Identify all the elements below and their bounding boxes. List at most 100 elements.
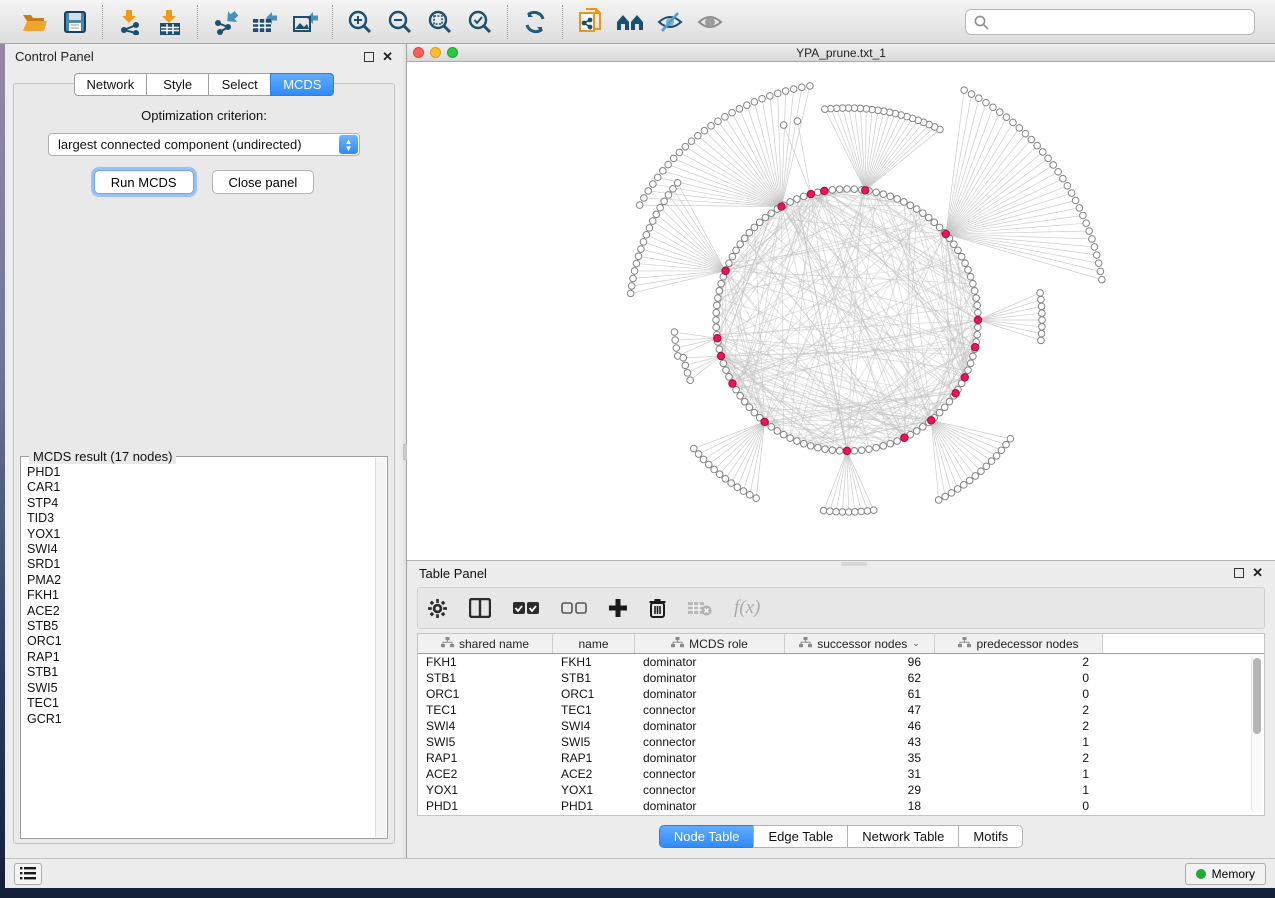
graph-node[interactable] xyxy=(774,90,781,97)
table-row[interactable]: ACE2ACE2connector311 xyxy=(418,766,1264,782)
graph-node[interactable] xyxy=(643,232,650,239)
graph-node[interactable] xyxy=(970,353,977,360)
table-settings-icon[interactable] xyxy=(428,599,447,618)
graph-node[interactable] xyxy=(787,199,794,206)
graph-node[interactable] xyxy=(649,218,656,225)
graph-node[interactable] xyxy=(822,446,829,453)
graph-node[interactable] xyxy=(1060,175,1067,182)
graph-node[interactable] xyxy=(1039,324,1046,331)
graph-node[interactable] xyxy=(746,229,753,236)
graph-node[interactable] xyxy=(1086,228,1093,235)
graph-node[interactable] xyxy=(1007,435,1014,442)
graph-mcds-node[interactable] xyxy=(974,316,981,323)
column-header-predecessor-nodes[interactable]: predecessor nodes xyxy=(935,634,1103,653)
graph-node[interactable] xyxy=(970,280,977,287)
graph-node[interactable] xyxy=(1038,303,1045,310)
task-history-icon[interactable] xyxy=(14,863,42,885)
add-column-icon[interactable] xyxy=(609,599,627,617)
graph-node[interactable] xyxy=(633,260,640,267)
refresh-layout-icon[interactable] xyxy=(515,3,555,41)
graph-node[interactable] xyxy=(734,484,741,491)
graph-node[interactable] xyxy=(653,211,660,218)
graph-node[interactable] xyxy=(672,337,679,344)
graph-mcds-node[interactable] xyxy=(778,203,785,210)
search-input[interactable] xyxy=(965,9,1255,35)
graph-node[interactable] xyxy=(687,377,694,384)
graph-node[interactable] xyxy=(701,127,708,134)
graph-node[interactable] xyxy=(722,475,729,482)
tab-node-table[interactable]: Node Table xyxy=(659,825,754,848)
graph-node[interactable] xyxy=(723,367,730,374)
graph-node[interactable] xyxy=(954,486,961,493)
graph-node[interactable] xyxy=(988,458,995,465)
graph-node[interactable] xyxy=(913,428,920,435)
optimization-criterion-select[interactable]: largest connected component (undirected)… xyxy=(48,133,360,156)
graph-node[interactable] xyxy=(958,253,965,260)
deselect-all-rows-icon[interactable] xyxy=(561,601,587,615)
graph-node[interactable] xyxy=(720,360,727,367)
graph-node[interactable] xyxy=(798,84,805,91)
table-row[interactable]: YOX1YOX1connector291 xyxy=(418,782,1264,798)
graph-node[interactable] xyxy=(671,329,678,336)
graph-node[interactable] xyxy=(836,186,843,193)
graph-node[interactable] xyxy=(767,93,774,100)
graph-node[interactable] xyxy=(737,393,744,400)
graph-node[interactable] xyxy=(966,477,973,484)
graph-node[interactable] xyxy=(708,123,715,130)
graph-node[interactable] xyxy=(807,443,814,450)
table-scrollbar-thumb[interactable] xyxy=(1253,658,1261,734)
graph-node[interactable] xyxy=(688,138,695,145)
graph-node[interactable] xyxy=(715,118,722,125)
graph-node[interactable] xyxy=(1091,244,1098,251)
import-table-from-file-icon[interactable] xyxy=(150,3,190,41)
graph-node[interactable] xyxy=(870,507,877,514)
graph-node[interactable] xyxy=(1068,190,1075,197)
delete-column-icon[interactable] xyxy=(649,598,666,618)
graph-node[interactable] xyxy=(907,202,914,209)
run-mcds-button[interactable]: Run MCDS xyxy=(94,170,194,194)
graph-node[interactable] xyxy=(955,247,962,254)
graph-node[interactable] xyxy=(751,99,758,106)
mcds-result-list[interactable]: PHD1CAR1STP4TID3YOX1SWI4SRD1PMA2FKH1ACE2… xyxy=(27,465,375,836)
graph-node[interactable] xyxy=(715,295,722,302)
column-header-shared-name[interactable]: shared name xyxy=(418,634,553,653)
graph-node[interactable] xyxy=(733,247,740,254)
graph-node[interactable] xyxy=(718,280,725,287)
graph-node[interactable] xyxy=(665,161,672,168)
network-graph-canvas[interactable] xyxy=(407,62,1275,560)
graph-node[interactable] xyxy=(873,444,880,451)
close-panel-button[interactable]: Close panel xyxy=(212,170,315,194)
graph-node[interactable] xyxy=(839,509,846,516)
graph-node[interactable] xyxy=(894,438,901,445)
first-neighbors-icon[interactable] xyxy=(610,3,650,41)
zoom-selected-icon[interactable] xyxy=(460,3,500,41)
graph-node[interactable] xyxy=(978,468,985,475)
graph-node[interactable] xyxy=(690,445,697,452)
graph-node[interactable] xyxy=(729,109,736,116)
mcds-result-scrollbar[interactable] xyxy=(375,458,386,837)
show-all-icon[interactable] xyxy=(690,3,730,41)
new-network-from-selection-icon[interactable] xyxy=(570,3,610,41)
graph-node[interactable] xyxy=(1038,330,1045,337)
graph-node[interactable] xyxy=(936,224,943,231)
graph-node[interactable] xyxy=(654,174,661,181)
graph-node[interactable] xyxy=(815,444,822,451)
graph-node[interactable] xyxy=(762,214,769,221)
graph-node[interactable] xyxy=(974,309,981,316)
graph-node[interactable] xyxy=(844,186,851,193)
graph-node[interactable] xyxy=(948,490,955,497)
graph-node[interactable] xyxy=(836,447,843,454)
graph-node[interactable] xyxy=(1022,130,1029,137)
select-all-rows-icon[interactable] xyxy=(513,601,539,615)
graph-node[interactable] xyxy=(822,106,829,113)
graph-node[interactable] xyxy=(774,428,781,435)
graph-node[interactable] xyxy=(1045,155,1052,162)
graph-mcds-node[interactable] xyxy=(821,187,828,194)
open-session-icon[interactable] xyxy=(15,3,55,41)
graph-node[interactable] xyxy=(1028,136,1035,143)
graph-node[interactable] xyxy=(1003,441,1010,448)
graph-node[interactable] xyxy=(965,267,972,274)
graph-node[interactable] xyxy=(887,193,894,200)
graph-node[interactable] xyxy=(744,102,751,109)
table-row[interactable]: SWI5SWI5connector431 xyxy=(418,734,1264,750)
